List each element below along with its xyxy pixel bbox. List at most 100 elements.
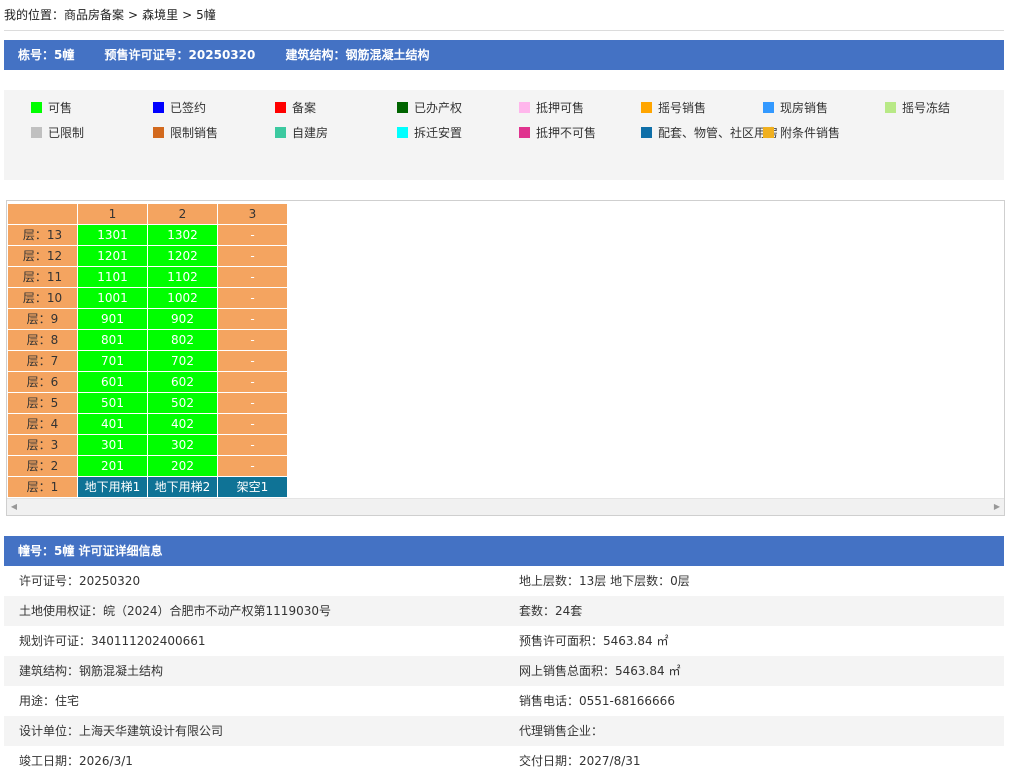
permit-detail-right: 套数：24套 <box>519 604 583 618</box>
floor-label: 层：13 <box>7 224 78 246</box>
presale-permit-number: 预售许可证号：20250320 <box>104 48 256 62</box>
unit-cell-available[interactable]: 602 <box>147 371 218 393</box>
unit-floor-row: 层：6 601 602- <box>7 371 288 393</box>
legend-swatch <box>153 102 164 113</box>
unit-table-corner <box>7 203 78 225</box>
floor-label: 层：3 <box>7 434 78 456</box>
unit-cell-available[interactable]: 1201 <box>77 245 148 267</box>
legend-label: 自建房 <box>292 126 329 140</box>
unit-cell-facility[interactable]: 地下用梯1 <box>77 476 148 498</box>
unit-cell-empty: - <box>217 350 288 372</box>
permit-detail-right: 销售电话：0551-68166666 <box>519 694 675 708</box>
unit-cell-available[interactable]: 301 <box>77 434 148 456</box>
unit-cell-available[interactable]: 1001 <box>77 287 148 309</box>
unit-cell-available[interactable]: 901 <box>77 308 148 330</box>
legend-label: 抵押不可售 <box>536 126 597 140</box>
breadcrumb-link-project[interactable]: 森境里 <box>142 8 178 22</box>
unit-grid-panel: 1 2 3 层：13 1301 1302- 层：12 1201 1202- 层：11 1101 110… <box>6 200 1005 516</box>
permit-detail-left: 规划许可证：340111202400661 <box>19 634 206 648</box>
legend-swatch <box>31 102 42 113</box>
unit-cell-available[interactable]: 501 <box>77 392 148 414</box>
building-structure: 建筑结构：钢筋混凝土结构 <box>285 48 430 62</box>
legend-label: 备案 <box>292 101 317 115</box>
unit-cell-available[interactable]: 402 <box>147 413 218 435</box>
legend-swatch <box>275 127 286 138</box>
floor-label: 层：4 <box>7 413 78 435</box>
unit-floor-row: 层：4 401 402- <box>7 413 288 435</box>
unit-cell-available[interactable]: 1301 <box>77 224 148 246</box>
breadcrumb-prefix: 我的位置： <box>4 8 65 22</box>
unit-cell-empty: - <box>217 392 288 414</box>
unit-cell-facility[interactable]: 地下用梯2 <box>147 476 218 498</box>
permit-detail-right: 交付日期：2027/8/31 <box>519 754 641 768</box>
unit-cell-available[interactable]: 302 <box>147 434 218 456</box>
unit-table-header-row: 123 <box>7 203 288 225</box>
breadcrumb-separator: > <box>182 8 193 22</box>
unit-cell-available[interactable]: 701 <box>77 350 148 372</box>
unit-cell-available[interactable]: 401 <box>77 413 148 435</box>
legend-label: 摇号销售 <box>658 101 707 115</box>
floor-label: 层：5 <box>7 392 78 414</box>
legend-swatch <box>153 127 164 138</box>
unit-cell-available[interactable]: 1302 <box>147 224 218 246</box>
unit-cell-available[interactable]: 502 <box>147 392 218 414</box>
unit-cell-available[interactable]: 801 <box>77 329 148 351</box>
floor-label: 层：11 <box>7 266 78 288</box>
unit-floor-row: 层：2 201 202- <box>7 455 288 477</box>
unit-cell-empty: - <box>217 245 288 267</box>
breadcrumb-current: 5幢 <box>196 8 216 22</box>
unit-cell-empty: - <box>217 329 288 351</box>
unit-cell-available[interactable]: 1102 <box>147 266 218 288</box>
legend-swatch <box>31 127 42 138</box>
unit-cell-available[interactable]: 202 <box>147 455 218 477</box>
breadcrumb-link-commercial-filing[interactable]: 商品房备案 <box>64 8 124 22</box>
legend-label: 可售 <box>48 101 73 115</box>
permit-detail-title: 幢号：5幢 许可证详细信息 <box>18 544 163 558</box>
floor-label: 层：7 <box>7 350 78 372</box>
unit-cell-available[interactable]: 1202 <box>147 245 218 267</box>
permit-detail-row: 竣工日期：2026/3/1 交付日期：2027/8/31 <box>4 746 1004 776</box>
unit-cell-empty: - <box>217 287 288 309</box>
legend-label: 限制销售 <box>170 126 219 140</box>
legend-label: 抵押可售 <box>536 101 585 115</box>
legend-label: 配套、物管、社区用房 <box>658 126 779 140</box>
unit-table: 1 2 3 层：13 1301 1302- 层：12 1201 1202- 层：11 1101 110… <box>7 203 288 498</box>
permit-detail-header-bar: 幢号：5幢 许可证详细信息 <box>4 536 1004 566</box>
permit-detail-right: 网上销售总面积：5463.84 ㎡ <box>519 664 681 678</box>
unit-floor-row: 层：13 1301 1302- <box>7 224 288 246</box>
unit-column-header: 3 <box>217 203 288 225</box>
floor-label: 层：12 <box>7 245 78 267</box>
unit-cell-available[interactable]: 1101 <box>77 266 148 288</box>
unit-cell-available[interactable]: 201 <box>77 455 148 477</box>
permit-detail-right: 预售许可面积：5463.84 ㎡ <box>519 634 669 648</box>
unit-floor-row: 层：12 1201 1202- <box>7 245 288 267</box>
permit-detail-right: 地上层数：13层 地下层数：0层 <box>519 574 690 588</box>
legend-swatch <box>519 102 530 113</box>
horizontal-scrollbar[interactable]: ◀ ▶ <box>7 498 1004 515</box>
permit-detail-left: 许可证号：20250320 <box>19 574 141 588</box>
unit-cell-empty: - <box>217 266 288 288</box>
floor-label: 层：1 <box>7 476 78 498</box>
unit-floor-row: 层：10 1001 1002- <box>7 287 288 309</box>
legend-swatch <box>519 127 530 138</box>
unit-cell-available[interactable]: 902 <box>147 308 218 330</box>
legend-swatch <box>641 102 652 113</box>
unit-cell-empty: - <box>217 413 288 435</box>
scroll-right-arrow-icon[interactable]: ▶ <box>990 499 1004 515</box>
building-header-bar: 栋号：5幢 预售许可证号：20250320 建筑结构：钢筋混凝土结构 <box>4 40 1004 70</box>
floor-label: 层：10 <box>7 287 78 309</box>
unit-cell-available[interactable]: 601 <box>77 371 148 393</box>
unit-floor-row: 层：7 701 702- <box>7 350 288 372</box>
unit-cell-available[interactable]: 702 <box>147 350 218 372</box>
scroll-left-arrow-icon[interactable]: ◀ <box>7 499 21 515</box>
unit-cell-empty: - <box>217 371 288 393</box>
legend-label: 拆迁安置 <box>414 126 463 140</box>
legend-swatch <box>885 102 896 113</box>
legend-label: 已办产权 <box>414 101 463 115</box>
unit-cell-available[interactable]: 802 <box>147 329 218 351</box>
unit-cell-facility[interactable]: 架空1 <box>217 476 288 498</box>
unit-cell-available[interactable]: 1002 <box>147 287 218 309</box>
floor-label: 层：2 <box>7 455 78 477</box>
unit-floor-row: 层：3 301 302- <box>7 434 288 456</box>
legend-swatch <box>763 127 774 138</box>
